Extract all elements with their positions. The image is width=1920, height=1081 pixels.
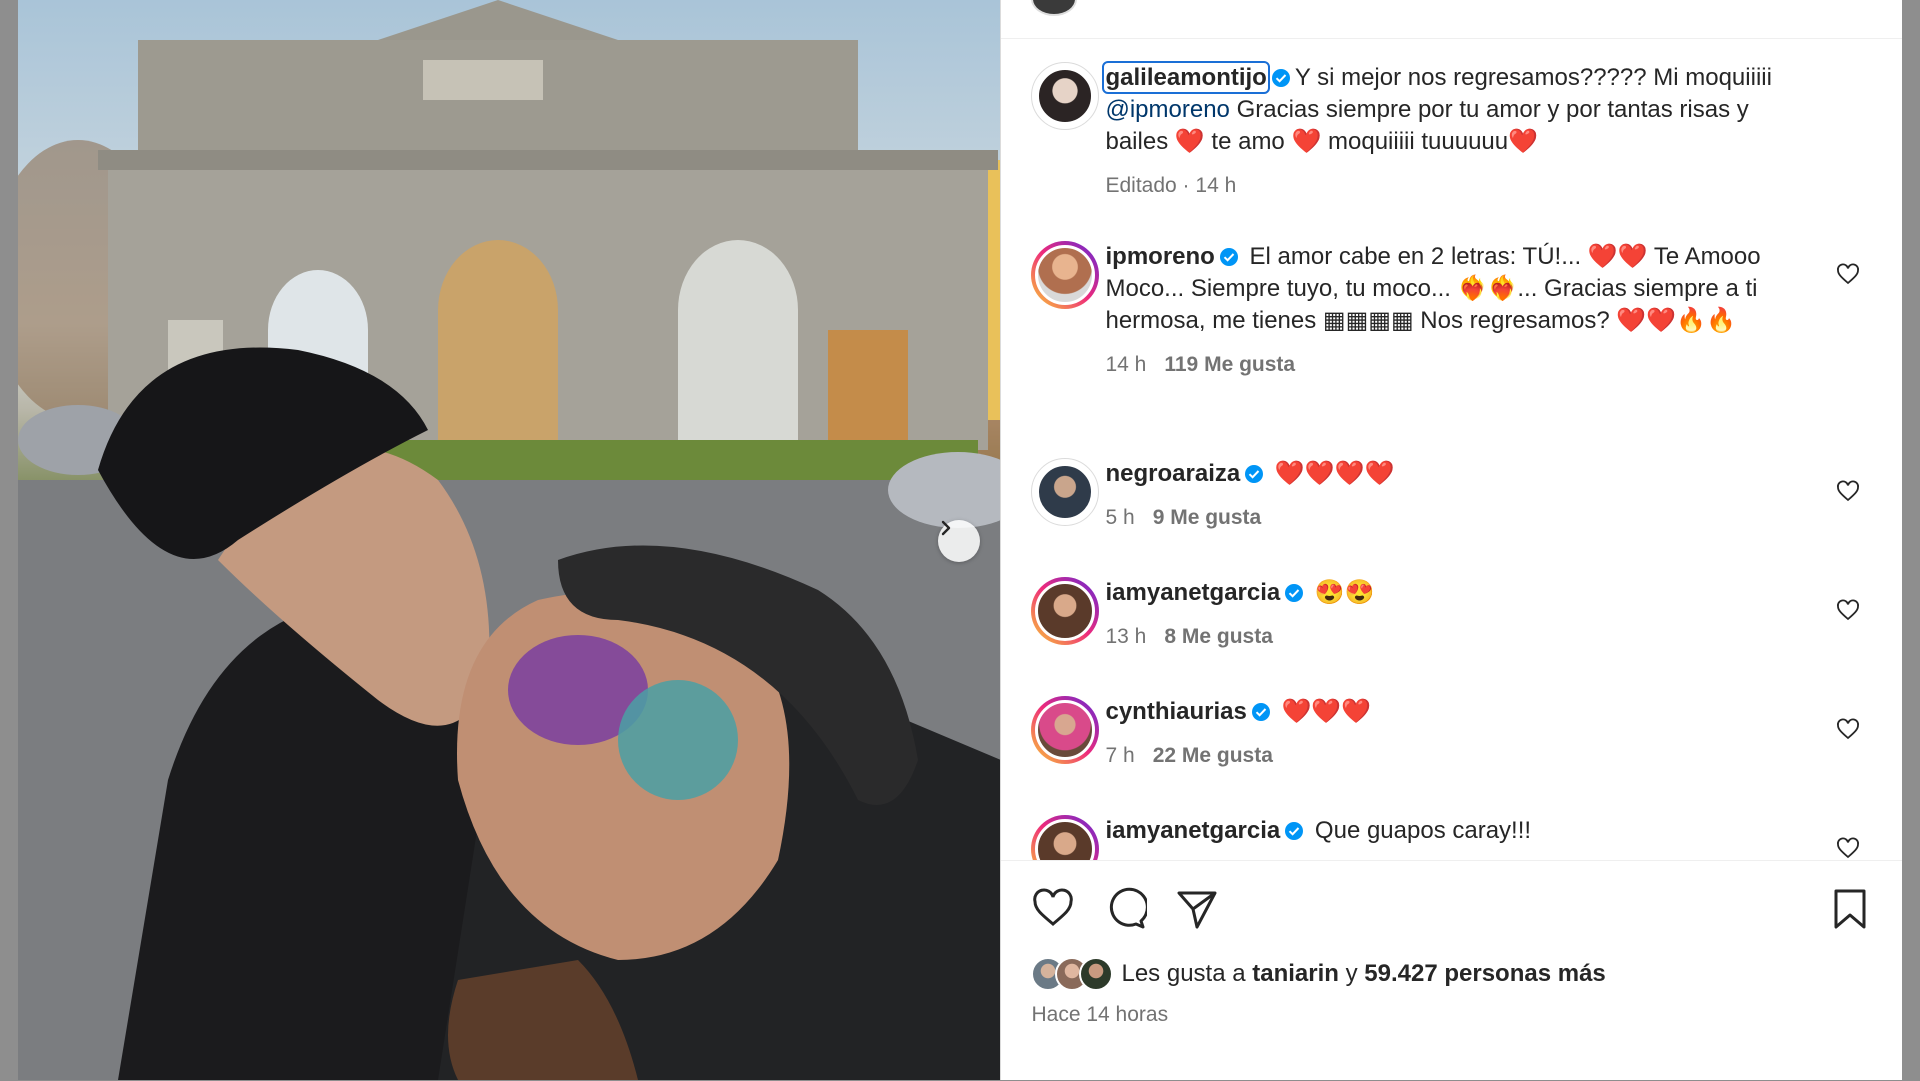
author-avatar-header[interactable] xyxy=(1031,0,1078,16)
comments-list[interactable]: galileamontijo Y si mejor nos regresamos?… xyxy=(1001,38,1902,860)
liker-avatar xyxy=(1079,957,1114,991)
heart-icon[interactable] xyxy=(1836,599,1860,623)
verified-icon xyxy=(1251,703,1270,721)
save-icon[interactable] xyxy=(1828,887,1872,931)
comment-text: 😍😍 xyxy=(1314,579,1375,606)
comment-username[interactable]: iamyanetgarcia xyxy=(1105,817,1280,844)
verified-icon xyxy=(1219,248,1238,266)
comment-body: ipmoreno El amor cabe en 2 letras: TÚ!..… xyxy=(1105,241,1814,381)
comment-username[interactable]: negroaraiza xyxy=(1105,460,1240,487)
comment-text: ❤️❤️❤️❤️ xyxy=(1274,460,1395,487)
chevron-right-icon xyxy=(941,520,951,536)
avatar-image xyxy=(1036,67,1095,125)
comment-username[interactable]: ipmoreno xyxy=(1105,243,1214,270)
post-timestamp: Hace 14 horas xyxy=(1031,1003,1169,1026)
avatar[interactable] xyxy=(1031,458,1100,526)
post-actions: Les gusta a taniarin y 59.427 personas m… xyxy=(1001,860,1902,1081)
likes-first-user[interactable]: taniarin xyxy=(1252,960,1339,987)
caption-body: galileamontijo Y si mejor nos regresamos?… xyxy=(1102,61,1814,202)
heart-icon[interactable] xyxy=(1836,263,1860,287)
avatar-image xyxy=(1035,245,1096,305)
avatar[interactable] xyxy=(1031,241,1100,309)
comment-likes[interactable]: 119 Me gusta xyxy=(1164,353,1295,376)
comment-body: cynthiaurias ❤️❤️❤️ 7 h 22 Me gusta xyxy=(1105,696,1814,772)
next-photo-button[interactable] xyxy=(938,520,980,562)
comment-meta: 14 h 119 Me gusta xyxy=(1105,349,1814,381)
caption-meta: Editado · 14 h xyxy=(1105,174,1237,197)
avatar[interactable] xyxy=(1031,815,1100,860)
comments-panel: galileamontijo Y si mejor nos regresamos?… xyxy=(1000,0,1902,1080)
caption-text-1: Y si mejor nos regresamos????? Mi moquii… xyxy=(1294,64,1772,91)
comment-likes[interactable]: 22 Me gusta xyxy=(1153,744,1273,767)
avatar[interactable] xyxy=(1031,577,1100,645)
avatar-image xyxy=(1036,463,1095,521)
post-header xyxy=(1001,0,1902,39)
verified-icon xyxy=(1285,584,1304,602)
comment-likes[interactable]: 9 Me gusta xyxy=(1153,506,1262,529)
heart-icon[interactable] xyxy=(1836,480,1860,504)
like-icon[interactable] xyxy=(1031,887,1075,931)
caption-time: 14 h xyxy=(1195,174,1237,197)
share-icon[interactable] xyxy=(1175,887,1219,931)
avatar-image xyxy=(1035,581,1096,641)
comment-icon[interactable] xyxy=(1103,887,1148,931)
comment-meta: 7 h 22 Me gusta xyxy=(1105,740,1814,772)
comment-time: 7 h xyxy=(1105,744,1135,767)
comment-body: iamyanetgarcia Que guapos caray!!! xyxy=(1105,815,1814,847)
photo-illustration xyxy=(18,0,1001,1080)
comment-username[interactable]: cynthiaurias xyxy=(1105,698,1246,725)
comment-text: ❤️❤️❤️ xyxy=(1281,698,1372,725)
edited-label: Editado xyxy=(1105,174,1177,197)
heart-icon[interactable] xyxy=(1836,718,1860,742)
comment-time: 5 h xyxy=(1105,506,1135,529)
heart-icon[interactable] xyxy=(1836,837,1860,860)
verified-icon xyxy=(1285,822,1304,840)
comment-meta: 5 h 9 Me gusta xyxy=(1105,502,1814,534)
likes-summary[interactable]: Les gusta a taniarin y 59.427 personas m… xyxy=(1031,957,1606,991)
caption-mention[interactable]: @ipmoreno xyxy=(1105,96,1229,123)
comment-body: negroaraiza ❤️❤️❤️❤️ 5 h 9 Me gusta xyxy=(1105,458,1814,534)
post-photo xyxy=(18,0,1001,1080)
verified-icon xyxy=(1271,69,1290,87)
avatar[interactable] xyxy=(1031,62,1100,130)
comment-time: 14 h xyxy=(1105,353,1147,376)
comment-meta: 13 h 8 Me gusta xyxy=(1105,621,1814,653)
avatar-image xyxy=(1035,819,1096,860)
likes-others[interactable]: 59.427 personas más xyxy=(1364,960,1606,987)
avatar[interactable] xyxy=(1031,696,1100,764)
comment-likes[interactable]: 8 Me gusta xyxy=(1164,625,1273,648)
comment-time: 13 h xyxy=(1105,625,1147,648)
post-dialog: galileamontijo Y si mejor nos regresamos?… xyxy=(18,0,1902,1080)
comment-username[interactable]: iamyanetgarcia xyxy=(1105,579,1280,606)
avatar-image xyxy=(1035,700,1096,760)
comment-body: iamyanetgarcia 😍😍 13 h 8 Me gusta xyxy=(1105,577,1814,653)
likes-text: Les gusta a taniarin y 59.427 personas m… xyxy=(1121,960,1605,988)
comment-text: Que guapos caray!!! xyxy=(1314,817,1532,844)
verified-icon xyxy=(1245,465,1264,483)
caption-username[interactable]: galileamontijo xyxy=(1102,61,1270,94)
likes-connector: y xyxy=(1345,960,1358,987)
likes-prefix: Les gusta a xyxy=(1121,960,1246,987)
